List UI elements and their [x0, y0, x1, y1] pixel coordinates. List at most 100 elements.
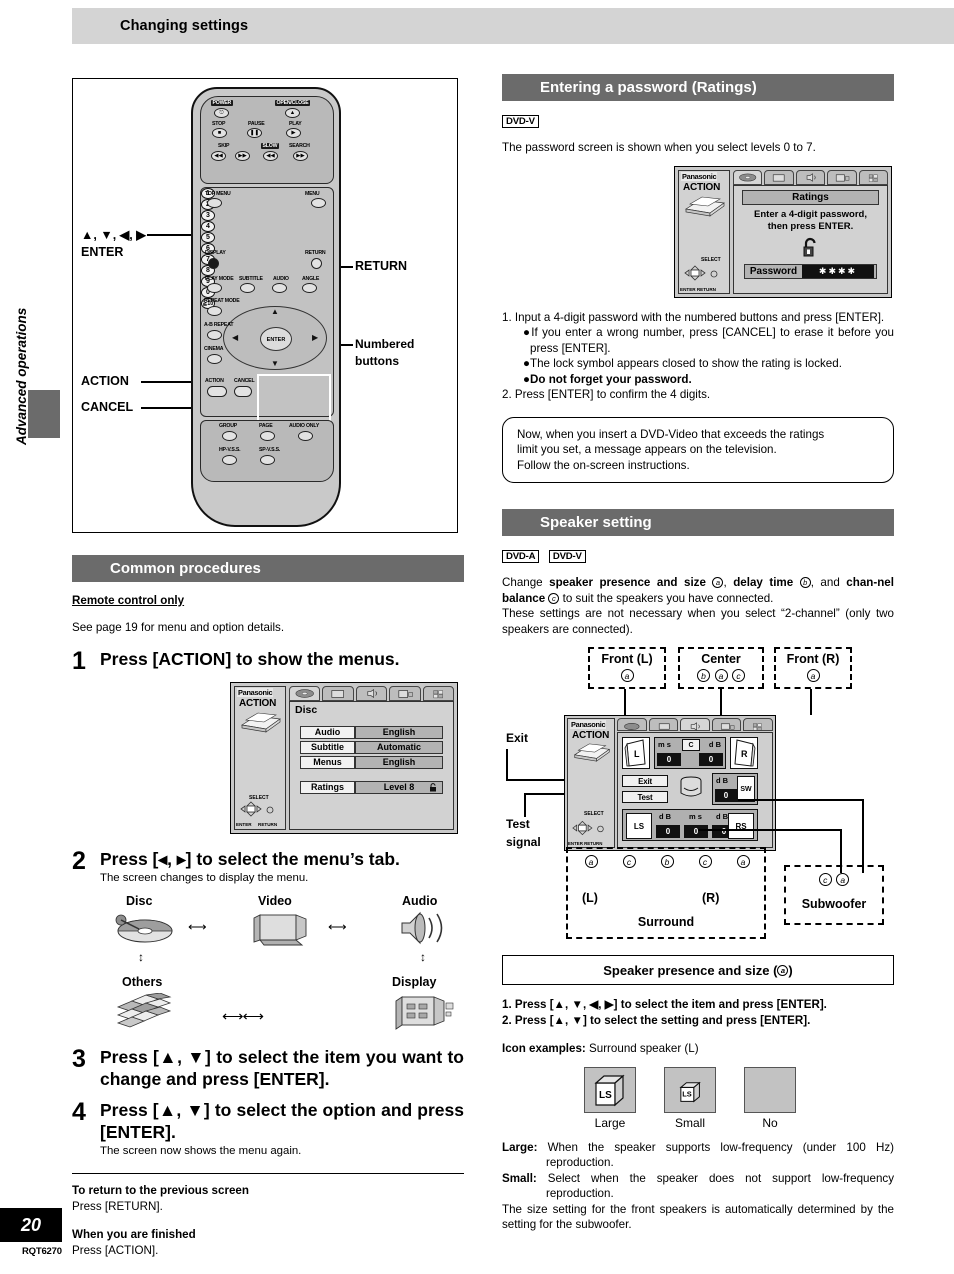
enter-button[interactable]: ENTER: [260, 327, 292, 351]
menu-row-ratings[interactable]: Ratings Level 8: [300, 781, 443, 794]
open-close-button[interactable]: ▲: [285, 108, 300, 118]
menu-row-subtitle[interactable]: Subtitle Automatic: [300, 741, 443, 754]
cancel-button[interactable]: [234, 386, 252, 397]
size-example-large[interactable]: LS Large: [584, 1066, 636, 1130]
callout-return: RETURN: [355, 259, 408, 273]
spk-osd-tab-display[interactable]: [711, 718, 742, 731]
slow-back-button[interactable]: ◀◀: [263, 151, 278, 161]
remote-control-figure: ▲, ▼, ◀, ▶ ENTER ACTION CANCEL RETURN Nu…: [72, 78, 458, 533]
page-button[interactable]: [260, 431, 275, 441]
small-speaker-icon: LS: [679, 1081, 701, 1102]
spk-osd-tab-audio[interactable]: [680, 718, 710, 731]
exit-button[interactable]: Exit: [622, 775, 668, 787]
ls-db-label: d B: [659, 812, 672, 821]
return-label: RETURN: [305, 250, 326, 256]
speaker-size-examples: LS Large LS Small No: [584, 1066, 894, 1130]
search-fwd-button[interactable]: ▶▶: [293, 151, 308, 161]
player-illustration-icon: [241, 712, 281, 733]
spk-osd-tab-disc[interactable]: [617, 718, 647, 731]
dpad-right-icon[interactable]: ▶: [312, 334, 318, 342]
osd-tab-strip[interactable]: [289, 686, 455, 701]
size-example-small[interactable]: LS Small: [664, 1066, 716, 1130]
skip-fwd-button[interactable]: ▶▶: [235, 151, 250, 161]
dpad-left-icon[interactable]: ◀: [232, 334, 238, 342]
osd-tab-video[interactable]: [322, 686, 354, 701]
dpad[interactable]: ▲ ▼ ◀ ▶ ENTER: [223, 306, 327, 370]
osd-tab-others[interactable]: [422, 686, 455, 701]
ab-repeat-button[interactable]: [207, 330, 222, 340]
pw-osd-tab-audio[interactable]: [795, 169, 826, 185]
step-4-text: Press [▲, ▼] to select the option and pr…: [100, 1100, 464, 1142]
menu-row-audio[interactable]: Audio English: [300, 726, 443, 739]
pw-osd-tab-display[interactable]: [827, 169, 857, 185]
num-4-button[interactable]: 4: [201, 221, 215, 232]
speaker-setting-diagram: Front (L) a Center b a c Front (R) a Exi…: [502, 643, 894, 943]
angle-button[interactable]: [302, 283, 317, 293]
osd-tab-disc[interactable]: [289, 686, 321, 701]
dpad-up-icon[interactable]: ▲: [271, 308, 279, 316]
audio-only-button[interactable]: [298, 431, 313, 441]
cancel-label: CANCEL: [234, 378, 255, 384]
audio-button[interactable]: [272, 283, 287, 293]
pw-osd-tab-disc[interactable]: [733, 169, 763, 185]
password-heading: Entering a password (Ratings): [502, 74, 894, 101]
page-number: 20: [20, 1214, 42, 1235]
lock-icon: [430, 783, 436, 792]
group-button[interactable]: [222, 431, 237, 441]
num-5-button[interactable]: 5: [201, 232, 215, 243]
step-2-subtext: The screen changes to display the menu.: [100, 872, 309, 884]
num-3-button[interactable]: 3: [201, 210, 215, 221]
front-l-group: Front (L) a: [588, 647, 666, 689]
listener-seat-icon: [680, 776, 702, 797]
search-label: SEARCH: [289, 143, 310, 149]
flow-label-display: Display: [392, 975, 437, 989]
pw-display-tab-icon: [836, 173, 850, 181]
badge-dvd-v: DVD-V: [502, 115, 539, 128]
pw-osd-tab-others[interactable]: [858, 169, 889, 185]
menu-row-menus[interactable]: Menus English: [300, 756, 443, 769]
surround-cell[interactable]: LS d B 0 m s 0 d B 0 RS: [622, 809, 758, 841]
top-menu-button[interactable]: [207, 198, 222, 208]
spk-osd-tab-strip[interactable]: [617, 718, 773, 731]
repeat-mode-button[interactable]: [207, 306, 222, 316]
pw-osd-tab-strip[interactable]: [733, 169, 889, 185]
cinema-button[interactable]: [207, 354, 222, 364]
large-speaker-icon: LS: [594, 1074, 625, 1106]
menu-button[interactable]: [311, 198, 326, 208]
stop-button[interactable]: ■: [212, 128, 227, 138]
subtitle-button[interactable]: [240, 283, 255, 293]
dpad-down-icon[interactable]: ▼: [271, 360, 279, 368]
pw-disc-tab-icon: [739, 173, 757, 181]
action-button[interactable]: [207, 386, 227, 397]
return-button[interactable]: [311, 258, 322, 269]
callout-cancel: CANCEL: [81, 400, 134, 414]
leader-center: [720, 689, 723, 715]
password-bullet-3-text: Do not forget your password.: [530, 372, 692, 386]
skip-back-button[interactable]: ◀◀: [211, 151, 226, 161]
spk-osd-tab-others[interactable]: [743, 718, 773, 731]
play-mode-button[interactable]: [207, 283, 222, 293]
osd-tab-display[interactable]: [389, 686, 421, 701]
front-r-cell[interactable]: R: [730, 737, 758, 769]
hp-vss-button[interactable]: [222, 455, 237, 465]
step-2: 2 Press [◂, ▸] to select the menu’s tab.…: [72, 848, 464, 886]
ab-repeat-label: A-B REPEAT: [204, 322, 234, 328]
spk-osd-sidebar: Panasonic ACTION SELECT ENTER RETURN: [567, 718, 615, 848]
sp-vss-button[interactable]: [260, 455, 275, 465]
size-example-no[interactable]: No: [744, 1066, 796, 1130]
pw-osd-tab-video[interactable]: [764, 169, 794, 185]
pause-button[interactable]: ❚❚: [247, 128, 262, 138]
center-cell[interactable]: m s d B C 0 0: [654, 737, 726, 769]
power-button[interactable]: ⎋: [214, 108, 229, 118]
center-ms-label: m s: [658, 740, 671, 749]
display-button[interactable]: [208, 258, 219, 269]
remote-transport-panel: POWER OPEN/CLOSE ⎋ ▲ STOP PAUSE PLAY ■ ❚…: [200, 96, 334, 184]
def-large-term: Large:: [502, 1140, 538, 1154]
osd-tab-audio[interactable]: [355, 686, 388, 701]
play-button[interactable]: ▶: [286, 128, 301, 138]
presence-size-title-a: Speaker presence and size (: [603, 962, 778, 978]
front-l-cell[interactable]: L: [622, 737, 650, 769]
password-field-row[interactable]: Password ✱✱✱✱: [744, 263, 877, 279]
test-button[interactable]: Test: [622, 791, 668, 803]
spk-osd-tab-video[interactable]: [648, 718, 679, 731]
